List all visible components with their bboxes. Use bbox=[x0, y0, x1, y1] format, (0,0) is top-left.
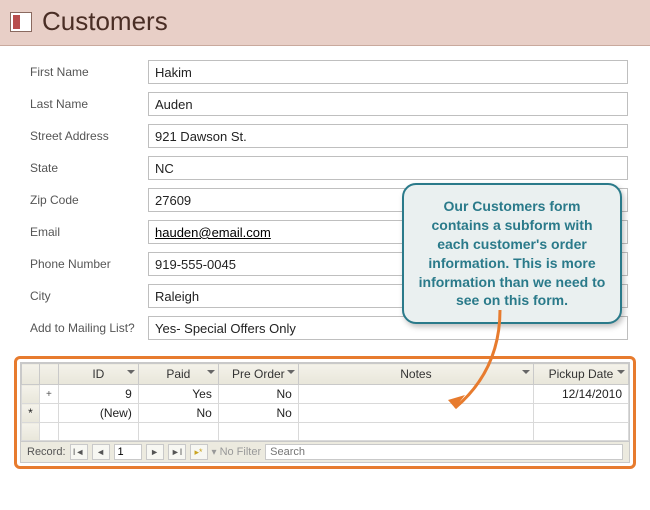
cell-notes[interactable] bbox=[298, 404, 533, 423]
annotation-callout: Our Customers form contains a subform wi… bbox=[402, 183, 622, 324]
orders-grid[interactable]: ID Paid Pre Order Notes Pickup Date + 9 … bbox=[21, 363, 629, 441]
nav-prev-button[interactable]: ◄ bbox=[92, 444, 110, 460]
label-state: State bbox=[30, 161, 148, 175]
label-email: Email bbox=[30, 225, 148, 239]
nav-label: Record: bbox=[27, 446, 66, 458]
dropdown-icon[interactable] bbox=[522, 370, 530, 374]
page-title: Customers bbox=[42, 6, 168, 37]
funnel-icon: ▾ bbox=[212, 447, 217, 458]
expand-toggle[interactable] bbox=[40, 404, 59, 423]
nav-new-button[interactable]: ▸* bbox=[190, 444, 208, 460]
expand-header[interactable] bbox=[40, 364, 59, 385]
callout-text: Our Customers form contains a subform wi… bbox=[419, 198, 606, 308]
label-zip: Zip Code bbox=[30, 193, 148, 207]
cell-pickup[interactable] bbox=[534, 404, 629, 423]
street-field[interactable]: 921 Dawson St. bbox=[148, 124, 628, 148]
col-id[interactable]: ID bbox=[58, 364, 138, 385]
nav-next-button[interactable]: ► bbox=[146, 444, 164, 460]
col-preorder[interactable]: Pre Order bbox=[218, 364, 298, 385]
nav-current-record[interactable] bbox=[114, 444, 142, 460]
table-row[interactable]: * (New) No No bbox=[22, 404, 629, 423]
filter-status[interactable]: ▾ No Filter bbox=[212, 446, 262, 458]
row-marker[interactable]: * bbox=[22, 404, 40, 423]
search-input[interactable] bbox=[265, 444, 623, 460]
table-row[interactable]: + 9 Yes No 12/14/2010 bbox=[22, 385, 629, 404]
last-name-field[interactable]: Auden bbox=[148, 92, 628, 116]
form-icon bbox=[10, 12, 32, 32]
label-last-name: Last Name bbox=[30, 97, 148, 111]
dropdown-icon[interactable] bbox=[287, 370, 295, 374]
cell-id[interactable]: 9 bbox=[58, 385, 138, 404]
label-street: Street Address bbox=[30, 129, 148, 143]
first-name-field[interactable]: Hakim bbox=[148, 60, 628, 84]
col-paid[interactable]: Paid bbox=[138, 364, 218, 385]
cell-id[interactable]: (New) bbox=[58, 404, 138, 423]
subform-highlight: ID Paid Pre Order Notes Pickup Date + 9 … bbox=[14, 356, 636, 469]
cell-paid[interactable]: Yes bbox=[138, 385, 218, 404]
expand-toggle[interactable]: + bbox=[40, 385, 59, 404]
state-field[interactable]: NC bbox=[148, 156, 628, 180]
label-first-name: First Name bbox=[30, 65, 148, 79]
cell-preorder[interactable]: No bbox=[218, 385, 298, 404]
dropdown-icon[interactable] bbox=[207, 370, 215, 374]
col-pickup[interactable]: Pickup Date bbox=[534, 364, 629, 385]
row-selector-header[interactable] bbox=[22, 364, 40, 385]
dropdown-icon[interactable] bbox=[617, 370, 625, 374]
nav-first-button[interactable]: I◄ bbox=[70, 444, 88, 460]
cell-pickup[interactable]: 12/14/2010 bbox=[534, 385, 629, 404]
label-city: City bbox=[30, 289, 148, 303]
label-phone: Phone Number bbox=[30, 257, 148, 271]
record-navigator: Record: I◄ ◄ ► ►I ▸* ▾ No Filter bbox=[21, 441, 629, 462]
orders-subform: ID Paid Pre Order Notes Pickup Date + 9 … bbox=[20, 362, 630, 463]
table-row-blank bbox=[22, 423, 629, 441]
dropdown-icon[interactable] bbox=[127, 370, 135, 374]
nav-last-button[interactable]: ►I bbox=[168, 444, 186, 460]
row-marker[interactable] bbox=[22, 385, 40, 404]
col-notes[interactable]: Notes bbox=[298, 364, 533, 385]
cell-preorder[interactable]: No bbox=[218, 404, 298, 423]
cell-paid[interactable]: No bbox=[138, 404, 218, 423]
form-header: Customers bbox=[0, 0, 650, 46]
cell-notes[interactable] bbox=[298, 385, 533, 404]
label-mailing: Add to Mailing List? bbox=[30, 321, 148, 335]
